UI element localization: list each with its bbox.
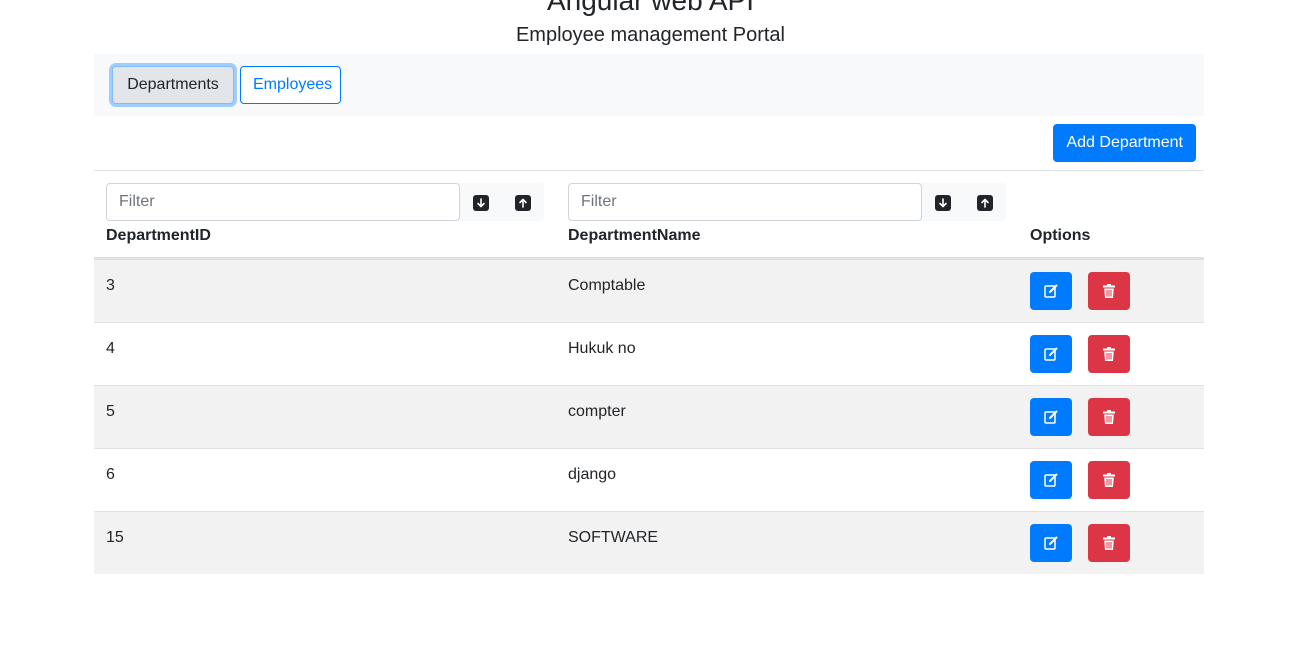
department-id-cell: 6	[106, 466, 115, 483]
trash-icon	[1103, 536, 1115, 550]
delete-button[interactable]	[1088, 272, 1130, 310]
trash-icon	[1103, 410, 1115, 424]
trash-icon	[1103, 473, 1115, 487]
pencil-square-icon	[1044, 410, 1058, 424]
pencil-square-icon	[1044, 473, 1058, 487]
department-name-cell: Hukuk no	[568, 340, 636, 357]
pencil-square-icon	[1044, 536, 1058, 550]
add-department-button[interactable]: Add Department	[1053, 124, 1196, 162]
department-name-cell: compter	[568, 403, 626, 420]
delete-button[interactable]	[1088, 335, 1130, 373]
table-row: 5 compter	[94, 385, 1204, 448]
edit-button[interactable]	[1030, 461, 1072, 499]
delete-button[interactable]	[1088, 461, 1130, 499]
trash-icon	[1103, 284, 1115, 298]
department-name-cell: django	[568, 466, 617, 483]
toolbar: Add Department	[94, 116, 1204, 170]
delete-button[interactable]	[1088, 524, 1130, 562]
id-filter-input[interactable]	[106, 183, 460, 221]
column-label-departmentname: DepartmentName	[568, 227, 701, 244]
department-id-cell: 4	[106, 340, 115, 357]
navbar: Departments Employees	[94, 54, 1204, 116]
department-name-cell: SOFTWARE	[568, 529, 659, 546]
name-filter-input[interactable]	[568, 183, 922, 221]
sort-arrow-up-icon[interactable]	[515, 195, 531, 211]
column-label-departmentid: DepartmentID	[106, 227, 211, 244]
edit-button[interactable]	[1030, 272, 1072, 310]
table-row: 3 Comptable	[94, 259, 1204, 322]
table-body: 3 Comptable 4 Hukuk no 5 compter 6 djang…	[94, 259, 1204, 574]
edit-button[interactable]	[1030, 524, 1072, 562]
table-header: DepartmentID DepartmentName Options	[94, 170, 1204, 259]
edit-button[interactable]	[1030, 398, 1072, 436]
pencil-square-icon	[1044, 347, 1058, 361]
department-id-cell: 5	[106, 403, 115, 420]
name-filter-group	[568, 183, 1006, 221]
table-row: 15 SOFTWARE	[94, 511, 1204, 574]
department-id-cell: 3	[106, 277, 115, 294]
app-subtitle: Employee management Portal	[515, 24, 786, 46]
column-label-options: Options	[1030, 227, 1091, 244]
departments-table: DepartmentID DepartmentName Options	[94, 170, 1204, 574]
id-filter-group	[106, 183, 544, 221]
departments-nav-button[interactable]: Departments	[112, 66, 234, 104]
sort-arrow-down-icon[interactable]	[935, 195, 951, 211]
edit-button[interactable]	[1030, 335, 1072, 373]
app-title: Angular web API	[546, 0, 755, 16]
main-container: Departments Employees Add Department Dep…	[94, 54, 1204, 574]
delete-button[interactable]	[1088, 398, 1130, 436]
employees-nav-button[interactable]: Employees	[240, 66, 341, 104]
trash-icon	[1103, 347, 1115, 361]
sort-arrow-down-icon[interactable]	[473, 195, 489, 211]
table-row: 6 django	[94, 448, 1204, 511]
sort-arrow-up-icon[interactable]	[977, 195, 993, 211]
pencil-square-icon	[1044, 284, 1058, 298]
department-id-cell: 15	[106, 529, 124, 546]
table-row: 4 Hukuk no	[94, 322, 1204, 385]
department-name-cell: Comptable	[568, 277, 646, 294]
